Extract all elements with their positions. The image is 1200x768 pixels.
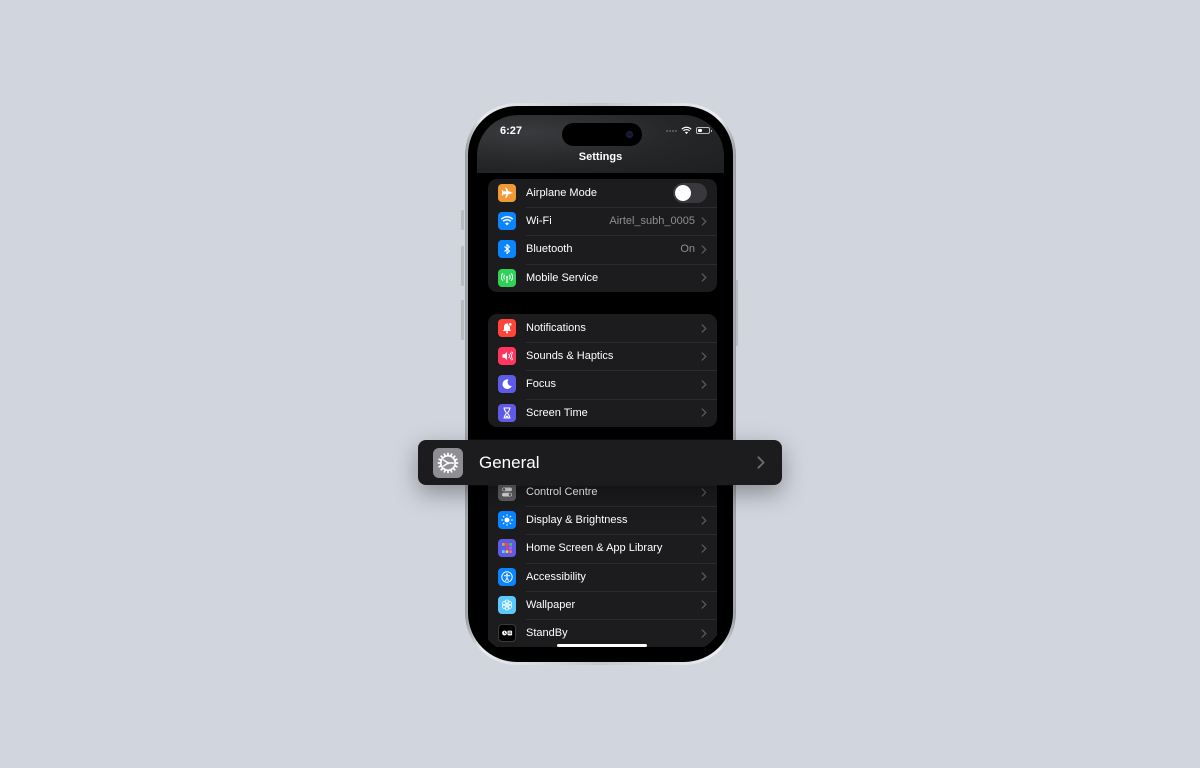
grid-icon — [498, 539, 516, 558]
wifi-status-icon — [681, 126, 692, 135]
chevron-right-icon — [701, 572, 707, 581]
volume-down-button[interactable] — [461, 300, 464, 340]
settings-item-accessibility[interactable]: Accessibility — [488, 562, 717, 591]
settings-header: 6:27 Settings — [477, 115, 724, 173]
antenna-icon — [498, 268, 516, 287]
item-label: Wi-Fi — [526, 215, 552, 228]
item-label: Focus — [526, 378, 556, 391]
phone-screen: 6:27 Settings Airplane Mode Wi-Fi Airtel_s… — [477, 115, 724, 653]
chevron-right-icon — [701, 544, 707, 553]
chevron-right-icon — [701, 516, 707, 525]
airplane-mode-toggle[interactable] — [673, 183, 707, 204]
item-label: Display & Brightness — [526, 514, 628, 527]
item-label: Notifications — [526, 322, 586, 335]
switches-icon — [498, 483, 516, 502]
settings-item-wi-fi[interactable]: Wi-Fi Airtel_subh_0005 — [488, 207, 717, 235]
settings-item-mobile-service[interactable]: Mobile Service — [488, 263, 717, 292]
item-label: StandBy — [526, 627, 568, 640]
settings-group: Airplane Mode Wi-Fi Airtel_subh_0005 Blueto… — [488, 179, 717, 292]
phone-frame: 6:27 Settings Airplane Mode Wi-Fi Airtel_s… — [465, 103, 736, 665]
chevron-right-icon — [701, 245, 707, 254]
bell-icon — [498, 319, 516, 338]
item-label: Bluetooth — [526, 243, 573, 256]
chevron-right-icon — [701, 352, 707, 361]
battery-icon — [696, 127, 712, 134]
chevron-right-icon — [701, 487, 707, 497]
airplane-icon — [498, 184, 516, 203]
item-label: Mobile Service — [526, 271, 599, 284]
sun-icon — [498, 511, 516, 530]
moon-icon — [498, 375, 516, 394]
bluetooth-icon — [498, 240, 516, 259]
speaker-icon — [498, 347, 516, 366]
item-label: Wallpaper — [526, 598, 576, 611]
settings-item-standby[interactable]: StandBy — [488, 618, 717, 647]
item-value: On — [680, 243, 695, 256]
settings-group: Notifications Sounds & Haptics Focus Screen… — [488, 314, 717, 427]
chevron-right-icon — [701, 380, 707, 389]
settings-group: Control Centre Display & Brightness Home S… — [488, 478, 717, 648]
chevron-right-icon — [701, 408, 707, 417]
settings-item-notifications[interactable]: Notifications — [488, 314, 717, 342]
status-time: 6:27 — [500, 125, 523, 137]
item-label: Control Centre — [526, 486, 598, 499]
camera-icon — [626, 131, 633, 138]
settings-item-home-screen-and-app-library[interactable]: Home Screen & App Library — [488, 534, 717, 562]
chevron-right-icon — [701, 273, 707, 282]
accessibility-icon — [498, 567, 516, 586]
item-value: Airtel_subh_0005 — [609, 215, 695, 228]
chevron-right-icon — [757, 456, 765, 469]
home-indicator[interactable] — [557, 644, 647, 647]
settings-item-airplane-mode[interactable]: Airplane Mode — [488, 179, 717, 207]
page-title: Settings — [578, 151, 623, 163]
hourglass-icon — [498, 403, 516, 422]
standby-icon — [498, 624, 516, 643]
action-button[interactable] — [461, 210, 464, 230]
item-label: Accessibility — [526, 570, 586, 583]
volume-up-button[interactable] — [461, 246, 464, 286]
settings-item-bluetooth[interactable]: Bluetooth On — [488, 235, 717, 263]
gear-icon — [433, 447, 463, 478]
chevron-right-icon — [701, 600, 707, 610]
settings-item-focus[interactable]: Focus — [488, 370, 717, 398]
chevron-right-icon — [701, 628, 707, 638]
item-label: Screen Time — [526, 406, 588, 419]
chevron-right-icon — [701, 323, 707, 333]
item-label: Airplane Mode — [526, 187, 597, 200]
settings-item-display-and-brightness[interactable]: Display & Brightness — [488, 506, 717, 534]
flower-icon — [498, 595, 516, 614]
wifi-icon — [498, 212, 516, 231]
signal-icon — [666, 129, 677, 132]
settings-item-general[interactable]: General — [418, 440, 782, 485]
item-label: Home Screen & App Library — [526, 542, 663, 555]
item-label: General — [479, 452, 540, 472]
item-label: Sounds & Haptics — [526, 350, 614, 363]
dynamic-island — [562, 123, 642, 146]
settings-item-sounds-and-haptics[interactable]: Sounds & Haptics — [488, 342, 717, 370]
settings-item-screen-time[interactable]: Screen Time — [488, 398, 717, 427]
status-icons — [666, 126, 712, 135]
settings-item-wallpaper[interactable]: Wallpaper — [488, 590, 717, 619]
chevron-right-icon — [701, 217, 707, 226]
